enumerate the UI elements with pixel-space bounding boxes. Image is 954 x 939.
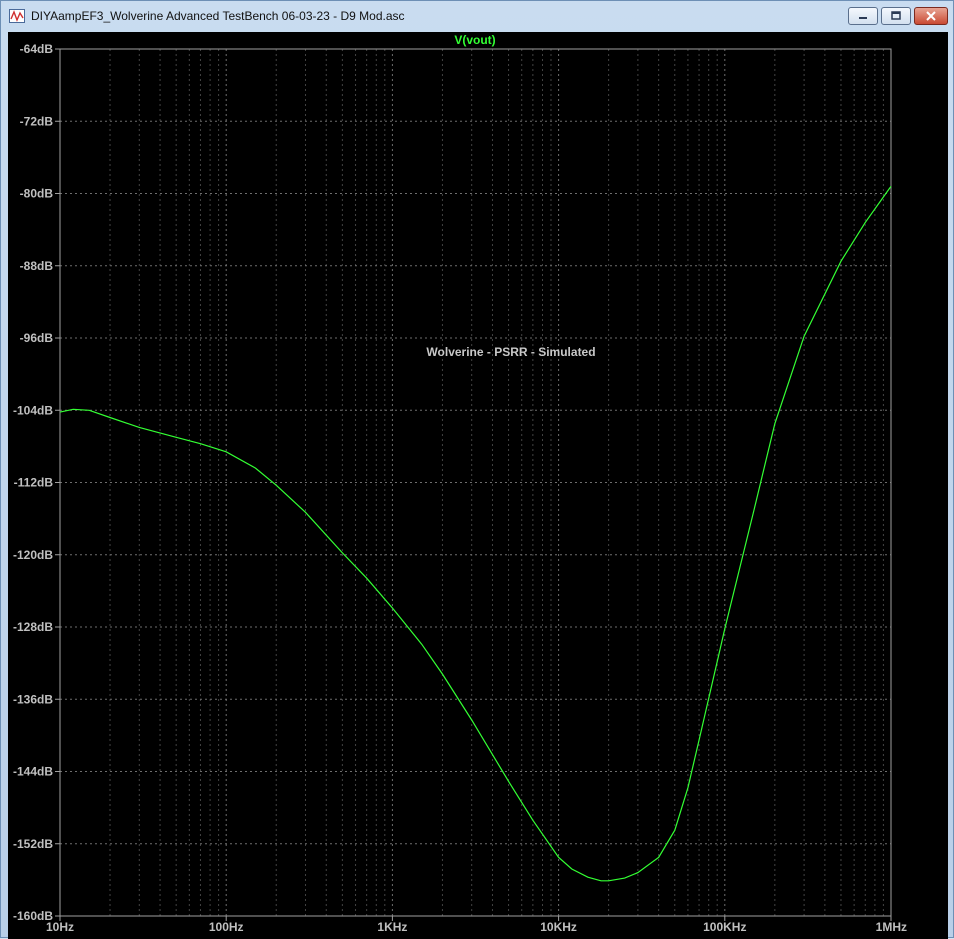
y-axis-ticks: -64dB -72dB -80dB -88dB -96dB -104dB -112dB -12… <box>13 42 60 923</box>
close-button[interactable] <box>914 7 948 25</box>
y-tick-label: -112dB <box>14 476 54 490</box>
grid-lines <box>60 49 891 916</box>
maximize-icon <box>891 11 901 20</box>
psrr-chart[interactable]: -64dB -72dB -80dB -88dB -96dB -104dB -112dB -12… <box>8 32 948 939</box>
x-tick-label: 100Hz <box>209 920 244 934</box>
y-tick-label: -144dB <box>13 765 53 779</box>
x-tick-label: 1KHz <box>377 920 407 934</box>
y-tick-label: -96dB <box>20 331 54 345</box>
y-tick-label: -128dB <box>13 620 53 634</box>
y-tick-label: -64dB <box>20 42 54 56</box>
waveform-viewer-icon <box>9 9 25 23</box>
minimize-icon <box>859 17 867 19</box>
x-axis-ticks: 10Hz 100Hz 1KHz 10KHz 100KHz 1MHz <box>46 916 907 934</box>
x-tick-label: 1MHz <box>876 920 907 934</box>
chart-annotation: Wolverine - PSRR - Simulated <box>426 345 595 359</box>
x-tick-label: 10KHz <box>540 920 577 934</box>
x-tick-label: 10Hz <box>46 920 74 934</box>
y-tick-label: -104dB <box>13 403 53 417</box>
plot-pane[interactable]: -64dB -72dB -80dB -88dB -96dB -104dB -112dB -12… <box>8 32 948 939</box>
chart-title[interactable]: V(vout) <box>454 33 495 47</box>
y-tick-label: -152dB <box>13 837 53 851</box>
x-tick-label: 100KHz <box>703 920 746 934</box>
y-tick-label: -80dB <box>20 187 54 201</box>
maximize-button[interactable] <box>881 7 911 25</box>
window-title: DIYAampEF3_Wolverine Advanced TestBench … <box>31 9 405 23</box>
app-window: DIYAampEF3_Wolverine Advanced TestBench … <box>0 0 954 939</box>
series-line-vout <box>59 185 892 882</box>
y-tick-label: -72dB <box>20 114 54 128</box>
y-tick-label: -120dB <box>13 548 53 562</box>
close-icon <box>926 11 936 21</box>
y-tick-label: -88dB <box>20 259 54 273</box>
title-bar[interactable]: DIYAampEF3_Wolverine Advanced TestBench … <box>1 1 953 31</box>
y-tick-label: -136dB <box>13 692 53 706</box>
minimize-button[interactable] <box>848 7 878 25</box>
